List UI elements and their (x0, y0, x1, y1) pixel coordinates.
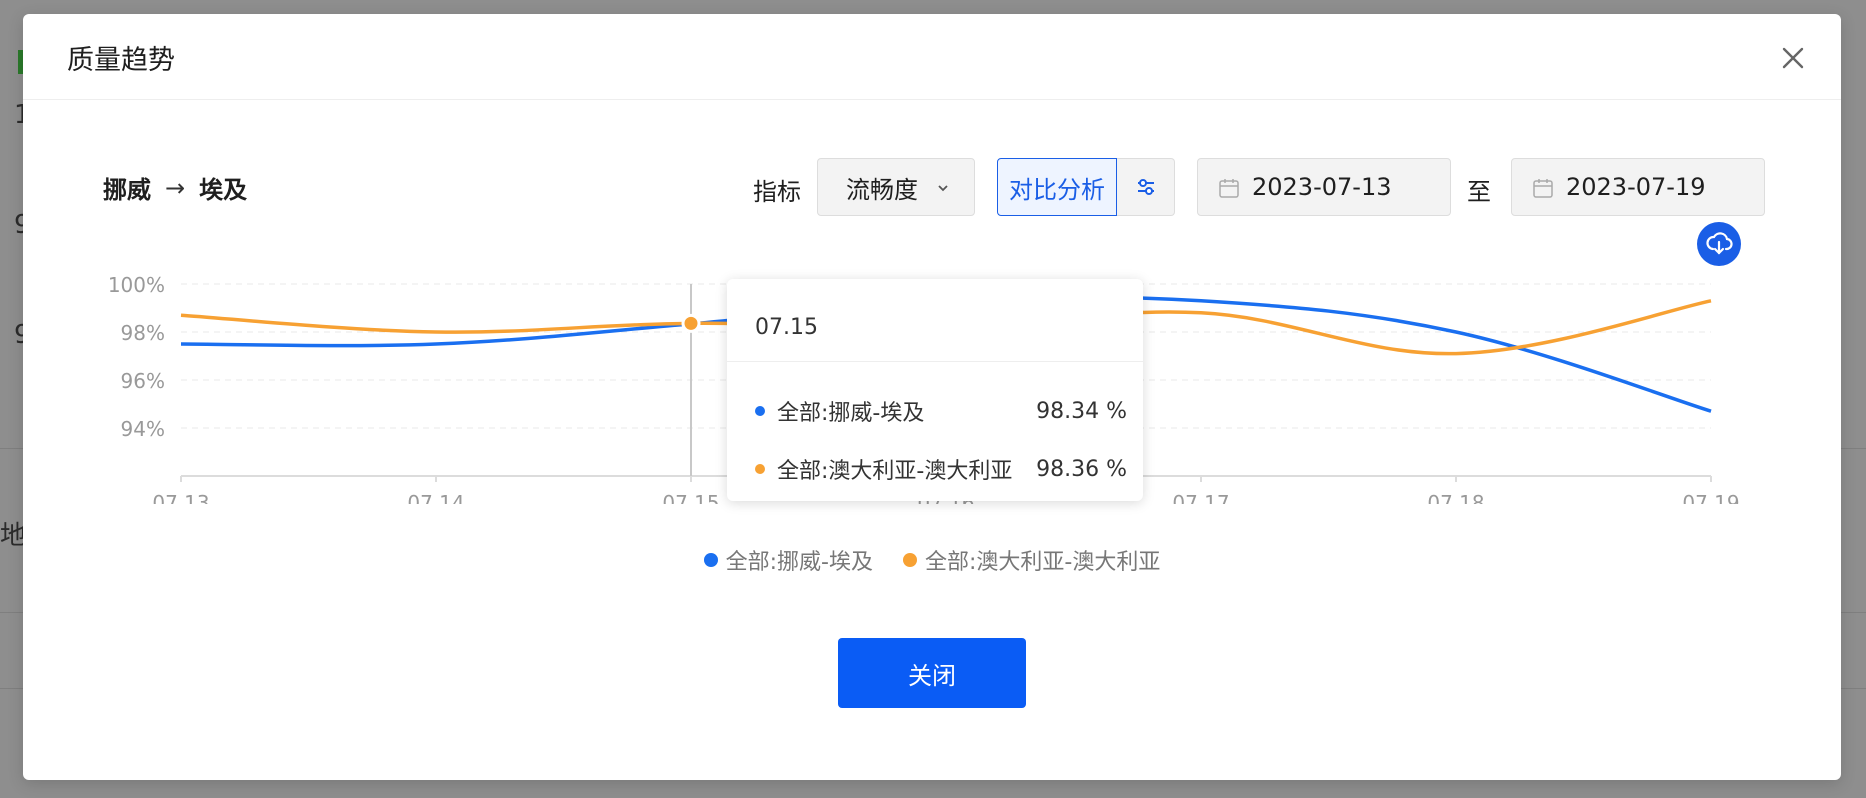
filter-bar: 指标 流畅度 对比分析 2023-07-13 至 2023-07-19 (23, 158, 1841, 216)
y-tick-label: 100% (108, 273, 165, 297)
download-button[interactable] (1697, 222, 1741, 266)
tooltip-row: 全部:澳大利亚-澳大利亚 98.36 % (755, 453, 1127, 485)
tooltip-row: 全部:挪威-埃及 98.34 % (755, 395, 1127, 427)
y-tick-label: 94% (121, 417, 165, 441)
date-range-separator: 至 (1467, 178, 1491, 206)
y-tick-label: 98% (121, 321, 165, 345)
x-tick-label: 07.15 (662, 491, 719, 504)
sliders-icon (1137, 179, 1154, 195)
start-date-picker[interactable]: 2023-07-13 (1197, 158, 1451, 216)
cloud-download-icon (1706, 232, 1733, 255)
end-date-value: 2023-07-19 (1566, 173, 1706, 201)
compare-settings-button[interactable] (1117, 158, 1175, 216)
y-tick-label: 96% (121, 369, 165, 393)
x-tick-label: 07.18 (1427, 491, 1484, 504)
legend-label: 全部:澳大利亚-澳大利亚 (925, 550, 1161, 575)
chart-tooltip: 07.15 全部:挪威-埃及 98.34 % 全部:澳大利亚-澳大利亚 98.3… (727, 279, 1143, 501)
series-dot (755, 406, 765, 416)
highlight-point (681, 313, 701, 333)
x-tick-label: 07.19 (1682, 491, 1739, 504)
tooltip-row-label: 全部:挪威-埃及 (777, 401, 925, 426)
tooltip-row-label: 全部:澳大利亚-澳大利亚 (777, 459, 1013, 484)
close-button[interactable]: 关闭 (838, 638, 1026, 708)
legend-dot (703, 553, 718, 567)
x-tick-label: 07.13 (152, 491, 209, 504)
legend-item-series-1[interactable]: 全部:澳大利亚-澳大利亚 (903, 544, 1160, 576)
quality-trend-modal: 质量趋势 挪威 → 埃及 指标 流畅度 对比分析 2023-07-13 至 20… (23, 14, 1841, 780)
legend-dot (903, 553, 917, 567)
calendar-icon (1533, 179, 1553, 198)
tooltip-title: 07.15 (755, 315, 818, 340)
close-icon[interactable] (1775, 40, 1811, 76)
x-tick-label: 07.17 (1172, 491, 1229, 504)
metric-label: 指标 (753, 178, 801, 206)
chart-legend: 全部:挪威-埃及 全部:澳大利亚-澳大利亚 (23, 544, 1841, 576)
start-date-value: 2023-07-13 (1252, 173, 1392, 201)
tooltip-row-value: 98.36 % (1036, 456, 1127, 482)
modal-title: 质量趋势 (67, 45, 175, 76)
legend-label: 全部:挪威-埃及 (725, 550, 873, 575)
x-tick-label: 07.14 (407, 491, 464, 504)
compare-analysis-button[interactable]: 对比分析 (997, 158, 1117, 216)
series-dot (755, 464, 765, 474)
tooltip-divider (727, 361, 1143, 362)
calendar-icon (1219, 179, 1239, 198)
metric-select[interactable]: 流畅度 (817, 158, 975, 216)
metric-select-value: 流畅度 (846, 175, 918, 204)
end-date-picker[interactable]: 2023-07-19 (1511, 158, 1765, 216)
legend-item-series-0[interactable]: 全部:挪威-埃及 (703, 544, 873, 576)
chevron-down-icon (938, 185, 948, 192)
tooltip-row-value: 98.34 % (1036, 398, 1127, 424)
modal-header: 质量趋势 (23, 14, 1841, 100)
